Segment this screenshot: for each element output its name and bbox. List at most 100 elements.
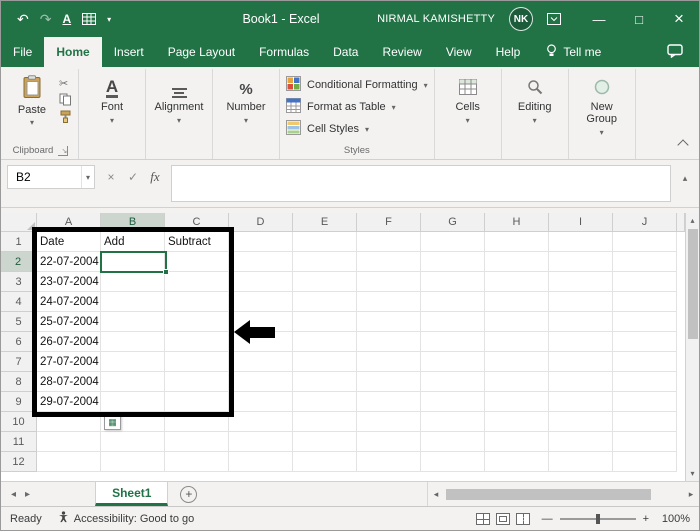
cell-H11[interactable] bbox=[485, 432, 549, 452]
cell-D11[interactable] bbox=[229, 432, 293, 452]
zoom-slider-thumb[interactable] bbox=[595, 513, 600, 524]
cell-I10[interactable] bbox=[549, 412, 613, 432]
cell-D2[interactable] bbox=[229, 252, 293, 272]
accessibility-checker-button[interactable]: Accessibility: Good to go bbox=[58, 511, 194, 526]
paste-button[interactable]: Paste ▾ bbox=[9, 71, 55, 144]
cell-I7[interactable] bbox=[549, 352, 613, 372]
borders-icon[interactable] bbox=[82, 13, 97, 25]
cell-I1[interactable] bbox=[549, 232, 613, 252]
cell-A11[interactable] bbox=[37, 432, 101, 452]
insert-function-button[interactable]: fx bbox=[145, 168, 165, 186]
cell-D4[interactable] bbox=[229, 292, 293, 312]
clipboard-dialog-launcher-icon[interactable]: ↘ bbox=[58, 145, 69, 156]
cell-J10[interactable] bbox=[613, 412, 677, 432]
cell-H1[interactable] bbox=[485, 232, 549, 252]
collapse-ribbon-icon[interactable] bbox=[677, 139, 689, 151]
cell-H12[interactable] bbox=[485, 452, 549, 472]
cancel-formula-button[interactable]: × bbox=[101, 168, 121, 186]
cell-E4[interactable] bbox=[293, 292, 357, 312]
font-group-button[interactable]: A Font ▾ bbox=[85, 71, 139, 159]
cell-H9[interactable] bbox=[485, 392, 549, 412]
cell-I5[interactable] bbox=[549, 312, 613, 332]
cell-G6[interactable] bbox=[421, 332, 485, 352]
column-header-J[interactable]: J bbox=[613, 213, 677, 232]
cell-F2[interactable] bbox=[357, 252, 421, 272]
comments-button[interactable] bbox=[667, 37, 699, 67]
cell-F8[interactable] bbox=[357, 372, 421, 392]
ribbon-display-options-icon[interactable] bbox=[547, 13, 561, 25]
cell-D8[interactable] bbox=[229, 372, 293, 392]
format-painter-button[interactable] bbox=[59, 110, 72, 124]
zoom-out-button[interactable]: — bbox=[542, 513, 553, 525]
close-button[interactable]: × bbox=[659, 1, 699, 37]
cell-I4[interactable] bbox=[549, 292, 613, 312]
zoom-percentage[interactable]: 100% bbox=[656, 513, 690, 525]
next-sheet-icon[interactable]: ▸ bbox=[25, 489, 30, 500]
cell-F10[interactable] bbox=[357, 412, 421, 432]
formula-input[interactable] bbox=[171, 165, 671, 202]
cell-styles-button[interactable]: Cell Styles ▾ bbox=[286, 120, 428, 138]
cell-C11[interactable] bbox=[165, 432, 229, 452]
maximize-button[interactable]: □ bbox=[619, 1, 659, 37]
cell-J12[interactable] bbox=[613, 452, 677, 472]
cell-F11[interactable] bbox=[357, 432, 421, 452]
cell-F4[interactable] bbox=[357, 292, 421, 312]
tab-view[interactable]: View bbox=[434, 37, 484, 67]
new-sheet-button[interactable]: + bbox=[180, 485, 198, 503]
cell-F3[interactable] bbox=[357, 272, 421, 292]
cell-B11[interactable] bbox=[101, 432, 165, 452]
cell-H10[interactable] bbox=[485, 412, 549, 432]
editing-group-button[interactable]: Editing ▾ bbox=[508, 71, 562, 159]
row-header-11[interactable]: 11 bbox=[1, 432, 37, 452]
cell-B12[interactable] bbox=[101, 452, 165, 472]
cell-F12[interactable] bbox=[357, 452, 421, 472]
cell-G1[interactable] bbox=[421, 232, 485, 252]
cut-button[interactable]: ✂ bbox=[59, 77, 72, 90]
cell-E8[interactable] bbox=[293, 372, 357, 392]
cell-E11[interactable] bbox=[293, 432, 357, 452]
cell-E6[interactable] bbox=[293, 332, 357, 352]
tab-home[interactable]: Home bbox=[44, 37, 102, 67]
cell-G7[interactable] bbox=[421, 352, 485, 372]
cell-D10[interactable] bbox=[229, 412, 293, 432]
tab-insert[interactable]: Insert bbox=[102, 37, 156, 67]
tab-data[interactable]: Data bbox=[321, 37, 370, 67]
cell-I3[interactable] bbox=[549, 272, 613, 292]
cell-H4[interactable] bbox=[485, 292, 549, 312]
cell-F7[interactable] bbox=[357, 352, 421, 372]
cell-E9[interactable] bbox=[293, 392, 357, 412]
column-header-H[interactable]: H bbox=[485, 213, 549, 232]
cell-J11[interactable] bbox=[613, 432, 677, 452]
formula-bar-collapse-icon[interactable]: ▴ bbox=[677, 165, 693, 202]
cell-A12[interactable] bbox=[37, 452, 101, 472]
horizontal-scrollbar-thumb[interactable] bbox=[446, 488, 651, 500]
scroll-right-icon[interactable]: ▸ bbox=[683, 489, 699, 500]
scroll-down-icon[interactable]: ▾ bbox=[686, 466, 699, 481]
name-box[interactable]: B2 ▾ bbox=[7, 165, 95, 189]
column-header-I[interactable]: I bbox=[549, 213, 613, 232]
cell-H2[interactable] bbox=[485, 252, 549, 272]
column-header-E[interactable]: E bbox=[293, 213, 357, 232]
cell-I12[interactable] bbox=[549, 452, 613, 472]
cell-G10[interactable] bbox=[421, 412, 485, 432]
column-header-G[interactable]: G bbox=[421, 213, 485, 232]
cell-H3[interactable] bbox=[485, 272, 549, 292]
cell-J3[interactable] bbox=[613, 272, 677, 292]
cell-D12[interactable] bbox=[229, 452, 293, 472]
cell-J7[interactable] bbox=[613, 352, 677, 372]
column-header-D[interactable]: D bbox=[229, 213, 293, 232]
cell-H7[interactable] bbox=[485, 352, 549, 372]
format-as-table-button[interactable]: Format as Table ▾ bbox=[286, 98, 428, 116]
cell-F6[interactable] bbox=[357, 332, 421, 352]
undo-icon[interactable]: ↶ bbox=[17, 11, 29, 28]
cell-D9[interactable] bbox=[229, 392, 293, 412]
number-group-button[interactable]: % Number ▾ bbox=[219, 71, 273, 159]
horizontal-scrollbar-track[interactable] bbox=[444, 488, 683, 500]
cell-I9[interactable] bbox=[549, 392, 613, 412]
cell-J8[interactable] bbox=[613, 372, 677, 392]
cell-J2[interactable] bbox=[613, 252, 677, 272]
account-name[interactable]: NIRMAL KAMISHETTY bbox=[377, 13, 495, 25]
tab-help[interactable]: Help bbox=[484, 37, 533, 67]
conditional-formatting-button[interactable]: Conditional Formatting ▾ bbox=[286, 76, 428, 94]
normal-view-button[interactable] bbox=[475, 512, 490, 525]
